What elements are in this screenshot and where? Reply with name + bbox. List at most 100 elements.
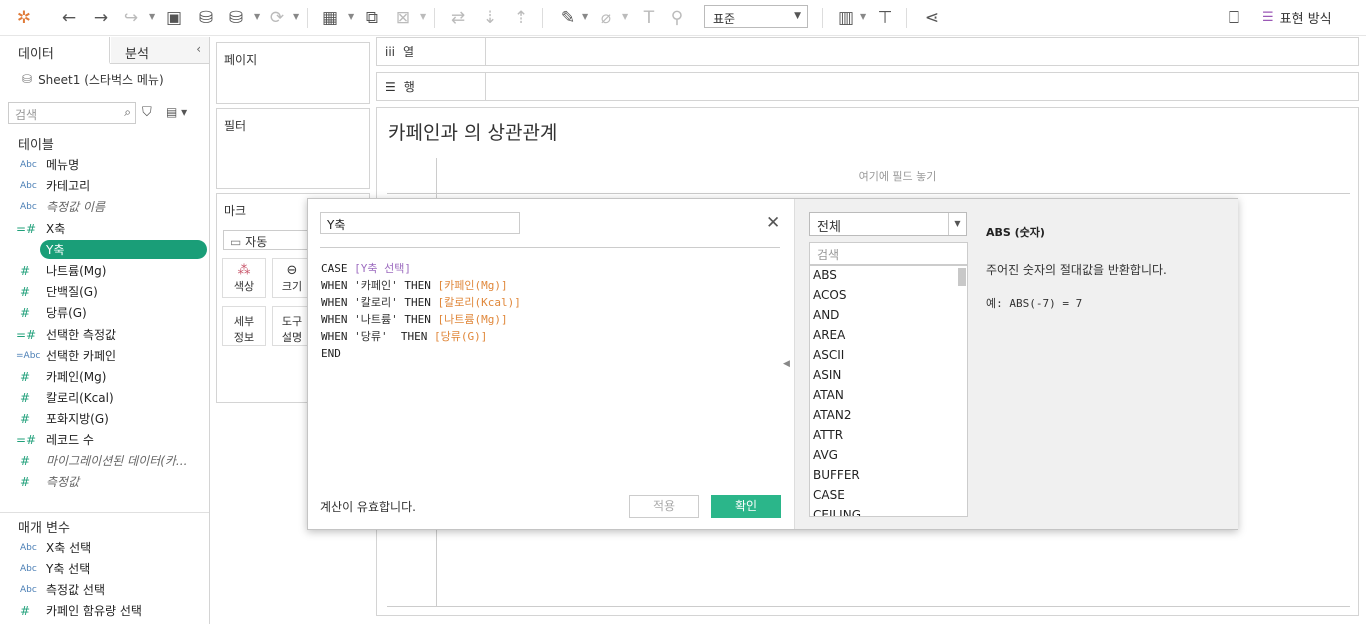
pages-card[interactable]: 페이지 — [216, 42, 370, 104]
close-icon[interactable]: ✕ — [766, 213, 780, 233]
chevron-down-icon[interactable]: ▼ — [254, 12, 260, 21]
field-type-icon: # — [20, 453, 31, 468]
swap-icon[interactable]: ⇄ — [445, 5, 471, 31]
detail-button[interactable]: 세부 정보 — [222, 306, 266, 346]
sort-ascending-icon[interactable]: ⇣ — [477, 5, 503, 31]
function-item[interactable]: AVG — [810, 446, 967, 466]
collapse-pane-icon[interactable]: ‹ — [196, 42, 201, 56]
chevron-down-icon[interactable]: ▼ — [149, 12, 155, 21]
field-item[interactable]: # 나트륨(Mg) — [0, 260, 209, 281]
function-list[interactable]: ABS ACOS AND AREA ASCII ASIN ATAN ATAN2 ATTR AVG B… — [809, 265, 968, 517]
function-item[interactable]: ABS — [810, 266, 967, 286]
formula-editor[interactable]: CASE [Y축 선택] WHEN '카페인' THEN [카페인(Mg)] W… — [321, 260, 521, 362]
function-item[interactable]: AND — [810, 306, 967, 326]
size-button[interactable]: ⊖ 크기 — [272, 258, 312, 298]
highlight-icon[interactable]: ✎ — [555, 5, 581, 31]
field-item[interactable]: =# 선택한 측정값 — [0, 324, 209, 345]
presentation-icon[interactable]: ⊤ — [872, 5, 898, 31]
refresh-icon[interactable]: ⟳ — [264, 5, 290, 31]
field-item[interactable]: # 측정값 — [0, 471, 209, 492]
tab-analysis[interactable]: 분석 — [111, 37, 209, 63]
pause-updates-icon[interactable]: ⛁ — [223, 5, 249, 31]
field-item[interactable]: Abc 메뉴명 — [0, 154, 209, 175]
function-item[interactable]: AREA — [810, 326, 967, 346]
tooltip-button[interactable]: 도구 설명 — [272, 306, 312, 346]
function-item[interactable]: ATAN2 — [810, 406, 967, 426]
function-item[interactable]: ACOS — [810, 286, 967, 306]
chevron-down-icon[interactable]: ▼ — [582, 12, 588, 21]
code-field: [나트륨(Mg)] — [437, 313, 508, 326]
function-item[interactable]: ASIN — [810, 366, 967, 386]
tableau-logo-icon[interactable]: ✲ — [11, 5, 37, 31]
pin-icon[interactable]: ⚲ — [664, 5, 690, 31]
scrollbar[interactable] — [958, 268, 966, 286]
sort-descending-icon[interactable]: ⇡ — [508, 5, 534, 31]
field-item[interactable]: # 카페인(Mg) — [0, 366, 209, 387]
field-item[interactable]: # 단백질(G) — [0, 281, 209, 302]
redo-icon[interactable]: → — [88, 5, 114, 31]
field-item[interactable]: Abc 측정값 이름 — [0, 196, 209, 217]
fit-select[interactable]: 표준 ▼ — [704, 5, 808, 28]
filters-card[interactable]: 필터 — [216, 108, 370, 189]
field-label: 마이그레이션된 데이터(카... — [46, 454, 188, 468]
apply-button[interactable]: 적용 — [629, 495, 699, 518]
chevron-down-icon[interactable]: ▼ — [293, 12, 299, 21]
chevron-down-icon: ▼ — [794, 11, 801, 21]
parameter-item[interactable]: Abc 측정값 선택 — [0, 579, 209, 600]
save-icon[interactable]: ▣ — [161, 5, 187, 31]
field-item[interactable]: # 포화지방(G) — [0, 408, 209, 429]
view-list-icon[interactable]: ▤ ▾ — [166, 105, 187, 119]
undo-icon[interactable]: ← — [56, 5, 82, 31]
parameter-item[interactable]: Abc Y축 선택 — [0, 558, 209, 579]
share-icon[interactable]: ⋖ — [919, 5, 945, 31]
chevron-down-icon[interactable]: ▼ — [420, 12, 426, 21]
field-item[interactable]: # 칼로리(Kcal) — [0, 387, 209, 408]
field-item[interactable]: =Abc 선택한 카페인 — [0, 345, 209, 366]
function-search-input[interactable]: 검색 — [809, 242, 968, 265]
labels-icon[interactable]: T — [636, 5, 662, 31]
parameter-item[interactable]: Abc X축 선택 — [0, 537, 209, 558]
field-item[interactable]: =# 레코드 수 — [0, 429, 209, 450]
group-icon[interactable]: ⌀ — [593, 5, 619, 31]
columns-shelf[interactable]: iii 열 — [376, 37, 1359, 66]
color-label: 색상 — [233, 280, 255, 293]
chevron-down-icon[interactable]: ▼ — [622, 12, 628, 21]
replay-icon[interactable]: ↪ — [118, 5, 144, 31]
function-item[interactable]: CEILING — [810, 506, 967, 516]
drop-field-hint[interactable]: 여기에 필드 놓기 — [437, 166, 1358, 196]
field-item[interactable]: =# X축 — [0, 218, 209, 239]
function-item[interactable]: ASCII — [810, 346, 967, 366]
code-keyword: WHEN — [321, 330, 355, 343]
chevron-down-icon[interactable]: ▼ — [348, 12, 354, 21]
datasource[interactable]: ⛁ Sheet1 (스타벅스 메뉴) — [0, 64, 209, 88]
rows-shelf[interactable]: ☰ 행 — [376, 72, 1359, 101]
function-category-select[interactable]: 전체 ▼ — [809, 212, 967, 236]
sheet-title[interactable]: 카페인과 의 상관관계 — [388, 118, 557, 145]
field-item[interactable]: # 마이그레이션된 데이터(카... — [0, 450, 209, 471]
new-datasource-icon[interactable]: ⛁ — [193, 5, 219, 31]
duplicate-sheet-icon[interactable]: ⧉ — [359, 5, 385, 31]
function-item[interactable]: ATTR — [810, 426, 967, 446]
chevron-down-icon[interactable]: ▼ — [860, 12, 866, 21]
columns-icon: iii — [385, 44, 396, 59]
function-item[interactable]: ATAN — [810, 386, 967, 406]
format-painter-icon[interactable]: ⎕ — [1221, 5, 1247, 31]
new-worksheet-icon[interactable]: ▦ — [317, 5, 343, 31]
field-type-icon: # — [20, 284, 31, 299]
field-item[interactable]: # 당류(G) — [0, 302, 209, 323]
calc-name-input[interactable]: Y축 — [320, 212, 520, 234]
parameter-item[interactable]: # 카페인 함유량 선택 — [0, 600, 209, 621]
show-cards-icon[interactable]: ▥ — [833, 5, 859, 31]
tab-data[interactable]: 데이터 — [0, 37, 110, 64]
ok-button[interactable]: 확인 — [711, 495, 781, 518]
function-item[interactable]: BUFFER — [810, 466, 967, 486]
color-button[interactable]: ⁂ 색상 — [222, 258, 266, 298]
field-item[interactable]: =# Y축 — [0, 239, 209, 260]
clear-sheet-icon[interactable]: ⊠ — [390, 5, 416, 31]
field-search-input[interactable]: 검색 ⌕ — [8, 102, 136, 124]
collapse-functions-icon[interactable]: ◀ — [783, 359, 790, 369]
function-item[interactable]: CASE — [810, 486, 967, 506]
field-item[interactable]: Abc 카테고리 — [0, 175, 209, 196]
show-me-button[interactable]: ☰ 표현 방식 — [1262, 8, 1332, 27]
filter-icon[interactable]: ⛉ — [142, 105, 152, 120]
